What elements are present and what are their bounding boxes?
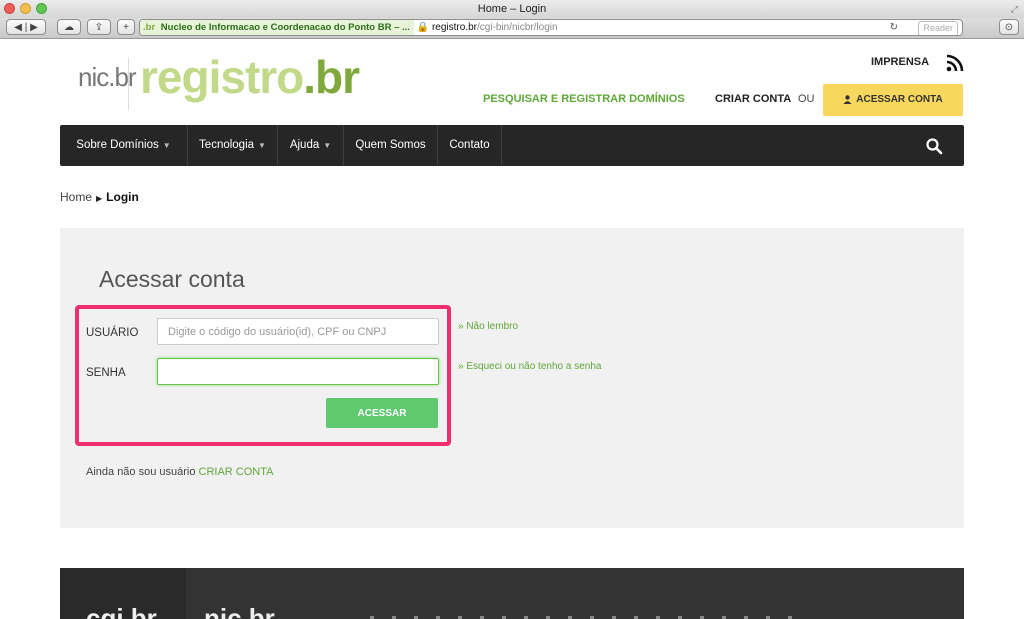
nav-ajuda[interactable]: Ajuda ▼ — [278, 125, 344, 166]
site-identity: .br Nucleo de Informacao e Coordenacao d… — [140, 20, 414, 35]
back-forward-button[interactable]: ◀ | ▶ — [6, 19, 46, 35]
main-nav: Sobre Domínios ▼ Tecnologia ▼ Ajuda ▼ Quem … — [60, 125, 964, 166]
nicbr-footer-logo[interactable]: nic.br — [204, 603, 275, 619]
share-icon: ⇪ — [94, 22, 104, 33]
share-button[interactable]: ⇪ — [87, 19, 111, 35]
ainda-nao-usuario: Ainda não sou usuário CRIAR CONTA — [86, 466, 274, 478]
ainda-text: Ainda não sou usuário — [86, 466, 196, 478]
window-title: Home – Login — [477, 3, 547, 15]
icloud-button[interactable]: ☁ — [57, 19, 81, 35]
caret-down-icon: ▼ — [323, 141, 332, 150]
url-path: /cgi-bin/nicbr/login — [476, 22, 558, 33]
criar-conta-link[interactable]: CRIAR CONTA — [715, 93, 791, 105]
nav-label: Tecnologia — [199, 139, 255, 151]
criar-conta-panel-link[interactable]: CRIAR CONTA — [199, 466, 274, 478]
registrobr-logo[interactable]: registro.br — [140, 50, 360, 104]
browser-toolbar: ◀ | ▶ ☁ ⇪ + .br Nucleo de Informacao e C… — [0, 18, 1024, 39]
nav-sobre-dominios[interactable]: Sobre Domínios ▼ — [60, 125, 188, 166]
caret-down-icon: ▼ — [258, 141, 266, 150]
rss-icon[interactable] — [946, 54, 964, 72]
nav-label: Contato — [449, 139, 490, 151]
nav-quem-somos[interactable]: Quem Somos — [344, 125, 438, 166]
logo-br-text: .br — [303, 51, 360, 103]
cloud-icon: ☁ — [64, 22, 74, 33]
usuario-input[interactable] — [157, 318, 439, 345]
nav-label: Quem Somos — [355, 139, 426, 151]
acessar-conta-button[interactable]: ACESSAR CONTA — [823, 84, 963, 116]
breadcrumb-current: Login — [106, 190, 139, 204]
zoom-window-button[interactable] — [36, 3, 47, 14]
minimize-window-button[interactable] — [20, 3, 31, 14]
senha-input[interactable] — [157, 358, 439, 385]
logo-registro-text: registro — [140, 51, 304, 103]
fullscreen-icon[interactable]: ⤢ — [1011, 0, 1018, 18]
nav-label: Ajuda — [289, 139, 320, 151]
pesquisar-registrar-link[interactable]: PESQUISAR E REGISTRAR DOMÍNIOS — [483, 93, 685, 105]
downloads-button[interactable]: ⊙ — [999, 19, 1019, 35]
usuario-label: USUÁRIO — [86, 327, 139, 339]
breadcrumb-home-link[interactable]: Home — [60, 190, 92, 204]
senha-label: SENHA — [86, 367, 126, 379]
site-label: Nucleo de Informacao e Coordenacao do Po… — [160, 22, 410, 33]
plus-icon: + — [123, 22, 129, 33]
lock-icon: 🔒 — [416, 22, 430, 33]
nicbr-logo[interactable]: nic.br — [78, 62, 137, 93]
window-titlebar: Home – Login ⤢ — [0, 0, 1024, 18]
reader-button[interactable]: Reader — [918, 21, 958, 35]
breadcrumb: Home ▶ Login — [60, 190, 139, 204]
search-icon[interactable] — [925, 137, 943, 155]
page-title: Acessar conta — [99, 266, 245, 292]
user-icon — [843, 95, 852, 104]
acessar-button[interactable]: ACESSAR — [326, 398, 438, 428]
caret-down-icon: ▼ — [162, 141, 171, 150]
favicon: .br — [143, 22, 156, 33]
ou-text: OU — [798, 93, 815, 105]
add-bookmark-button[interactable]: + — [117, 19, 135, 35]
breadcrumb-separator-icon: ▶ — [96, 194, 103, 203]
nav-contato[interactable]: Contato — [438, 125, 502, 166]
address-bar[interactable]: .br Nucleo de Informacao e Coordenacao d… — [139, 19, 963, 36]
forward-icon[interactable]: ▶ — [30, 22, 38, 33]
nao-lembro-link[interactable]: » Não lembro — [458, 321, 518, 332]
close-window-button[interactable] — [4, 3, 15, 14]
download-icon: ⊙ — [1004, 22, 1014, 33]
acessar-conta-label: ACESSAR CONTA — [856, 94, 943, 105]
cgibr-logo[interactable]: cgi.br — [86, 603, 157, 619]
logo-divider — [128, 58, 129, 110]
reload-icon[interactable]: ↻ — [890, 20, 898, 35]
nav-tecnologia[interactable]: Tecnologia ▼ — [188, 125, 278, 166]
url-host: registro.br — [431, 22, 477, 33]
footer: cgi.br nic.br — [60, 568, 964, 619]
esqueci-senha-link[interactable]: » Esqueci ou não tenho a senha — [458, 361, 601, 372]
nav-label: Sobre Domínios — [76, 139, 159, 151]
back-icon[interactable]: ◀ — [14, 22, 22, 33]
imprensa-link[interactable]: IMPRENSA — [871, 56, 929, 68]
